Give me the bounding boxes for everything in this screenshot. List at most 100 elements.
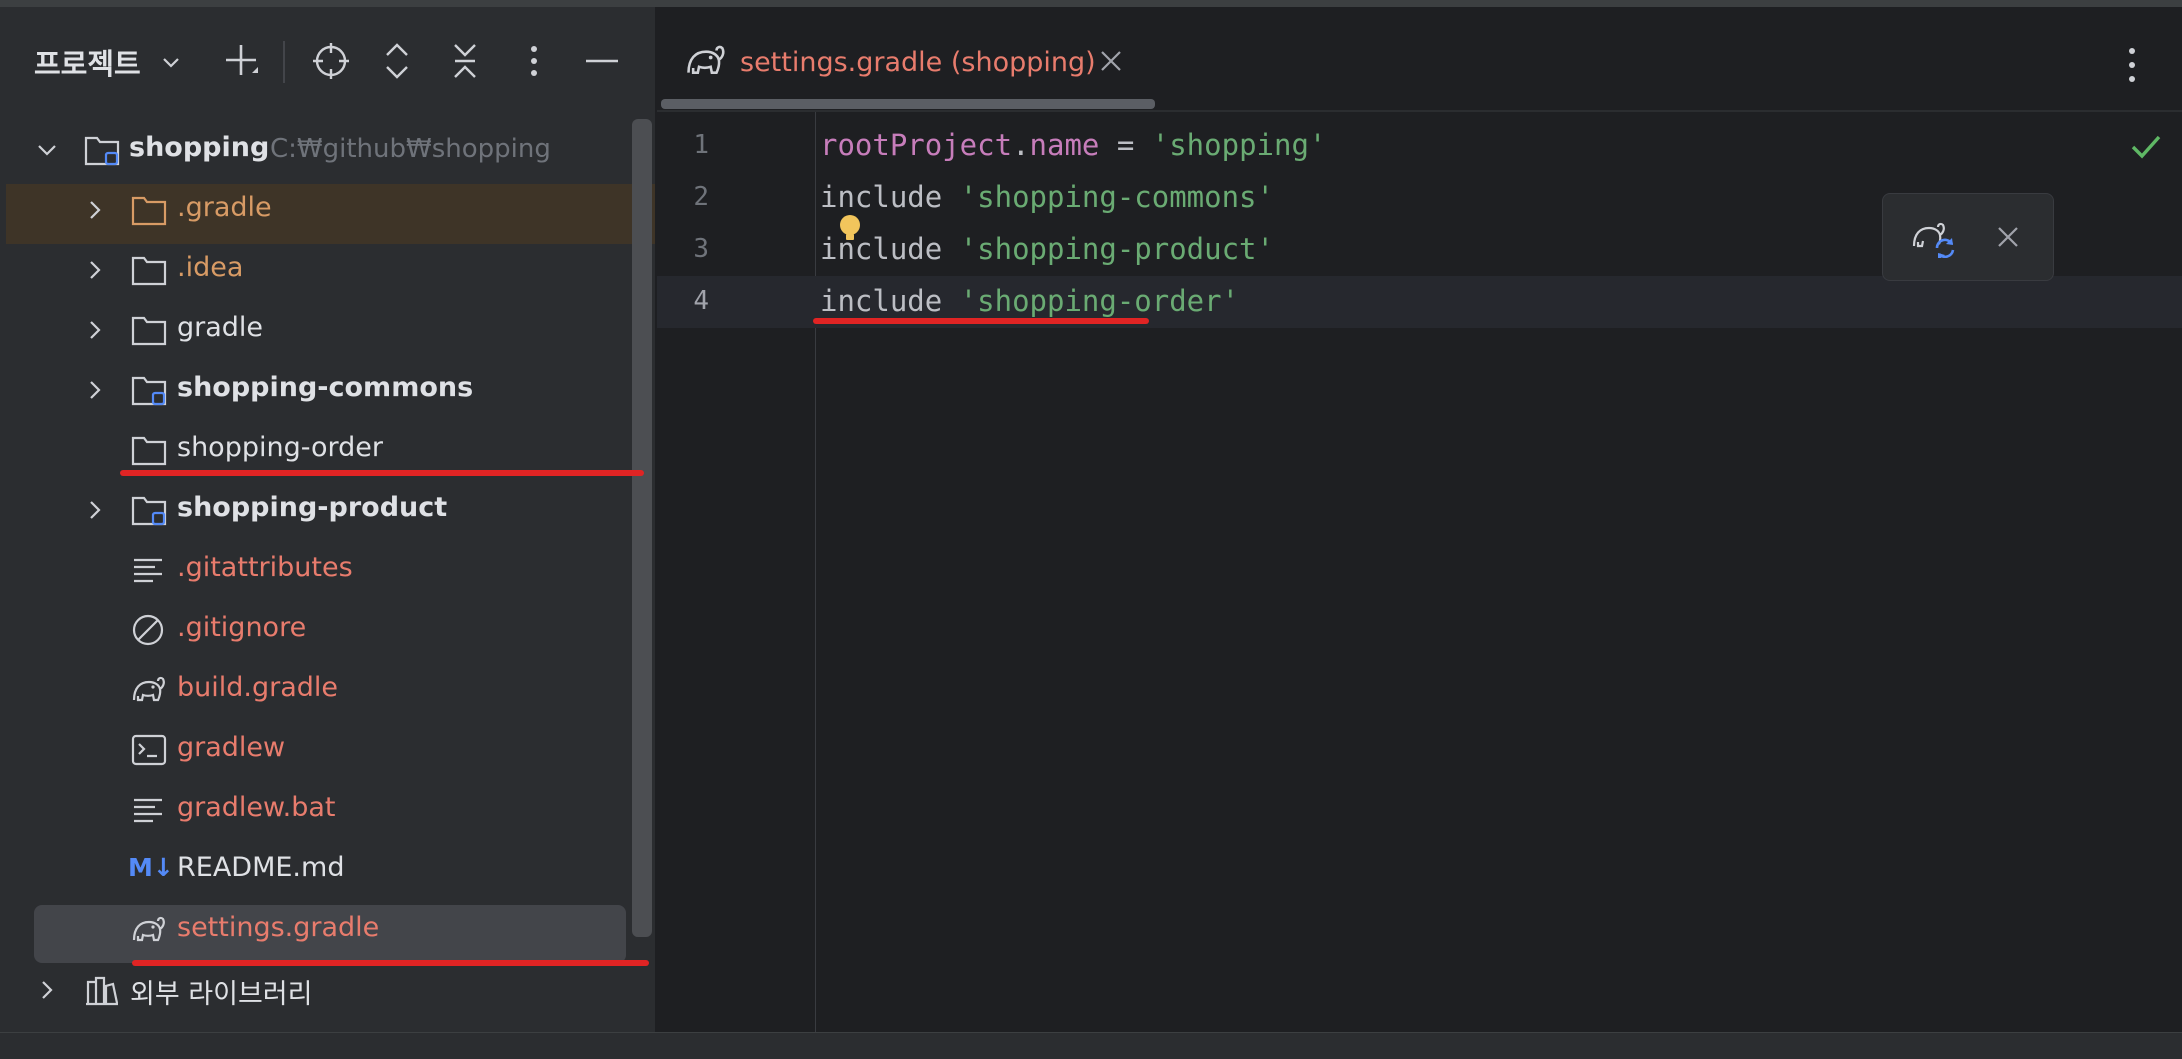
folder-icon [131,256,167,286]
project-panel-header: 프로젝트 [0,7,655,112]
module-folder-icon [131,376,167,406]
code-token: 'shopping-order' [959,284,1240,318]
gradle-sync-popup [1882,193,2054,281]
check-icon[interactable] [2129,129,2163,163]
text-file-icon [134,558,162,583]
chevron-right-icon[interactable] [84,499,106,521]
chevron-down-icon[interactable] [36,139,58,161]
tree-item-gitignore[interactable]: .gitignore [0,600,640,660]
code-text[interactable]: include 'shopping-order' [820,284,1239,318]
tree-item-shopping-commons[interactable]: shopping-commons [0,360,640,420]
folder-icon [131,316,167,346]
gradle-elephant-icon [132,676,165,702]
code-text[interactable]: include 'shopping-commons' [820,180,1274,214]
module-folder-icon [131,496,167,526]
tree-item-label: shopping-product [177,492,448,523]
project-path-hint: C:₩github₩shopping [270,134,551,164]
tab-scroll-indicator [661,99,1155,109]
minimize-icon[interactable] [580,39,624,83]
chevron-right-icon[interactable] [84,199,106,221]
module-folder-icon [84,136,120,166]
tree-item-gradlew[interactable]: gradlew [0,720,640,780]
project-tool-window: 프로젝트 shopping C:₩github₩shopping .gradle… [0,7,655,1032]
expand-all-icon[interactable] [375,39,419,83]
gradle-elephant-icon [687,45,725,74]
text-file-icon [134,798,162,823]
line-number: 1 [693,130,709,160]
code-token: include [820,180,960,214]
collapse-all-icon[interactable] [443,39,487,83]
editor-area: settings.gradle (shopping) 1 rootProject… [657,7,2182,1032]
chevron-down-icon[interactable] [160,51,182,73]
gradle-sync-icon[interactable] [1911,216,1957,258]
tree-item-label: shopping [129,132,270,163]
code-token: 'shopping-product' [959,232,1274,266]
code-token: name [1029,128,1100,162]
tree-item-label: .gradle [177,192,272,223]
chevron-right-icon[interactable] [84,259,106,281]
code-line-1[interactable]: 1 rootProject.name = 'shopping' [657,120,2182,172]
code-text[interactable]: rootProject.name = 'shopping' [820,128,1326,162]
tree-item-label: gradlew [177,732,286,763]
more-vertical-icon[interactable] [512,39,556,83]
annotation-underline-shopping-order [120,470,644,476]
chevron-right-icon[interactable] [36,979,58,1001]
close-icon[interactable] [1097,47,1125,75]
tree-item-readme[interactable]: M↓ README.md [0,840,640,900]
chevron-right-icon[interactable] [84,319,106,341]
line-number: 4 [693,286,709,316]
line-number: 2 [693,182,709,212]
tree-item-label: gradle [177,312,264,343]
tree-item-label: build.gradle [177,672,339,703]
project-scrollbar-thumb[interactable] [632,119,652,937]
tree-item-dot-gradle[interactable]: .gradle [0,180,640,240]
terminal-file-icon [131,734,167,766]
tree-item-gitattributes[interactable]: .gitattributes [0,540,640,600]
gradle-elephant-icon [132,916,165,942]
tree-item-label: 외부 라이브러리 [130,979,313,1010]
tree-item-label: shopping-order [177,432,383,463]
tree-item-external-libraries[interactable]: 외부 라이브러리 [0,960,640,1020]
lightbulb-icon[interactable] [837,214,863,244]
tree-item-label: settings.gradle [177,912,380,943]
code-token: include [820,284,960,318]
tree-item-gradlew-bat[interactable]: gradlew.bat [0,780,640,840]
tree-item-shopping-product[interactable]: shopping-product [0,480,640,540]
tree-item-shopping[interactable]: shopping C:₩github₩shopping [0,120,640,180]
status-bar [0,1032,2182,1059]
tree-item-build-gradle[interactable]: build.gradle [0,660,640,720]
folder-icon [131,436,167,466]
tree-item-gradle[interactable]: gradle [0,300,640,360]
code-token: . [1012,128,1030,162]
tree-item-label: .idea [177,252,244,283]
code-token: 'shopping' [1151,128,1327,162]
window-top-strip [0,0,2182,7]
close-icon[interactable] [1995,224,2021,250]
more-vertical-icon[interactable] [2117,43,2147,87]
tab-label: settings.gradle (shopping) [740,47,1096,78]
annotation-underline-settings-gradle [132,960,649,966]
tree-item-dot-idea[interactable]: .idea [0,240,640,300]
tree-item-label: shopping-commons [177,372,474,403]
tree-item-settings-gradle[interactable]: settings.gradle [0,900,640,960]
code-token: = [1099,128,1152,162]
tree-item-label: gradlew.bat [177,792,336,823]
tree-item-label: .gitignore [177,612,307,643]
chevron-right-icon[interactable] [84,379,106,401]
ignore-file-icon [132,614,164,646]
code-text[interactable]: include 'shopping-product' [820,232,1274,266]
add-icon[interactable] [220,39,264,83]
line-number: 3 [693,234,709,264]
locate-icon[interactable] [309,39,353,83]
tree-item-label: README.md [177,852,345,883]
libraries-icon [86,976,119,1006]
folder-icon [131,196,167,226]
tree-item-label: .gitattributes [177,552,353,583]
project-panel-title[interactable]: 프로젝트 [34,41,141,83]
editor-tab-bar: settings.gradle (shopping) [657,7,2182,112]
tab-settings-gradle[interactable]: settings.gradle (shopping) [657,7,1155,110]
code-token: 'shopping-commons' [959,180,1274,214]
annotation-underline-code-line-4 [813,318,1149,324]
markdown-icon: M↓ [128,853,174,882]
code-token: rootProject [820,128,1013,162]
